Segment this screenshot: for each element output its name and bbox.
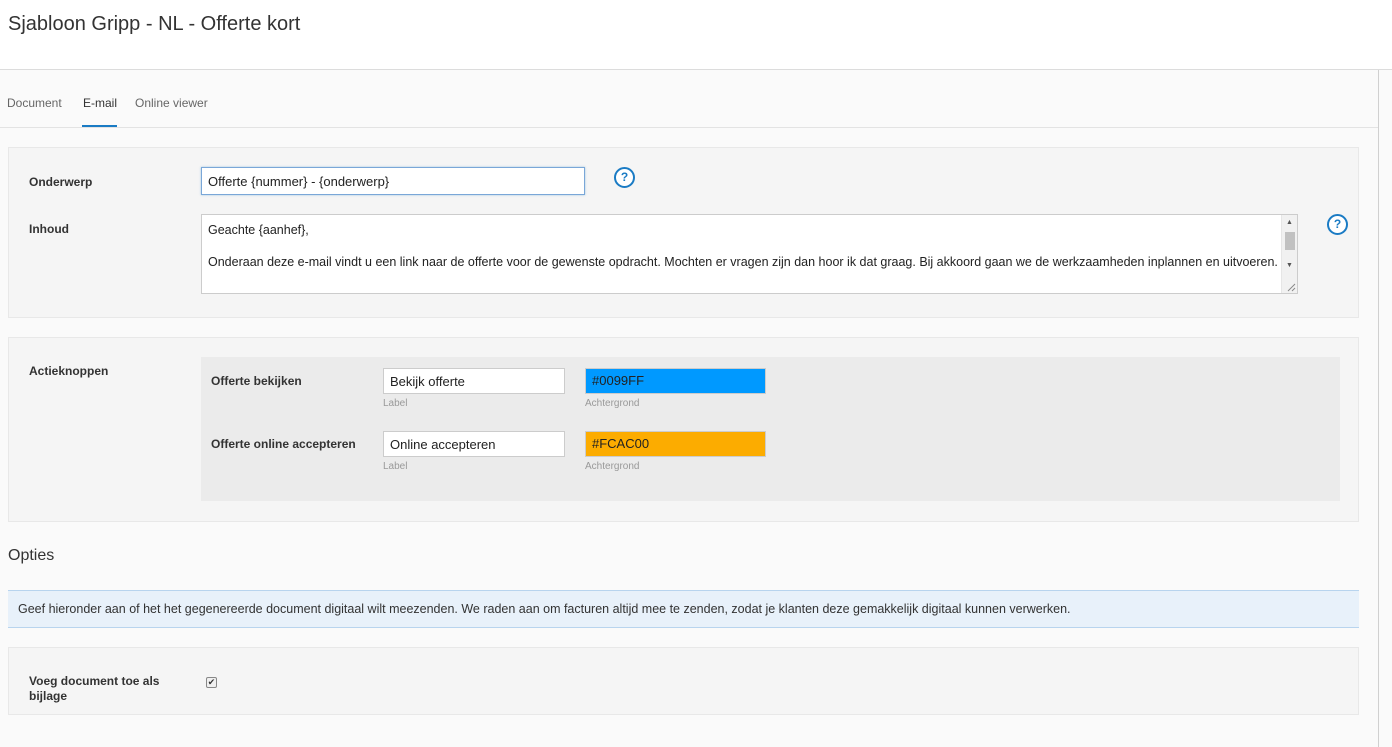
content-text: Geachte {aanhef}, Onderaan deze e-mail v… <box>208 222 1278 270</box>
label-hint: Label <box>383 398 408 409</box>
background-hint: Achtergrond <box>585 461 640 472</box>
label-hint: Label <box>383 461 408 472</box>
view-offer-label-input[interactable] <box>383 368 565 394</box>
page-scrollbar-track[interactable] <box>1378 70 1379 747</box>
action-buttons-container: Offerte bekijken Label #0099FF Achtergro… <box>201 357 1340 501</box>
view-offer-color-input[interactable]: #0099FF <box>585 368 766 394</box>
content-label: Inhoud <box>29 222 69 236</box>
arrow-up-icon[interactable]: ▲ <box>1286 219 1293 226</box>
active-tab-indicator <box>82 125 117 127</box>
email-panel: Onderwerp ? Inhoud Geachte {aanhef}, Ond… <box>8 147 1359 318</box>
content-help-icon[interactable]: ? <box>1327 214 1348 235</box>
arrow-down-icon[interactable]: ▼ <box>1286 262 1293 269</box>
content-line: Onderaan deze e-mail vindt u een link na… <box>208 255 1278 269</box>
options-panel: Voeg document toe als bijlage ✔ <box>8 647 1359 715</box>
action-buttons-panel: Actieknoppen Offerte bekijken Label #009… <box>8 337 1359 522</box>
options-info-box: Geef hieronder aan of het het gegenereer… <box>8 590 1359 628</box>
action-buttons-label: Actieknoppen <box>29 364 109 378</box>
subject-label: Onderwerp <box>29 175 93 189</box>
content-line <box>208 238 1278 254</box>
resize-grip-icon[interactable] <box>1286 282 1296 292</box>
checkmark-icon: ✔ <box>207 677 216 687</box>
tab-document[interactable]: Document <box>7 96 62 110</box>
accept-online-label-input[interactable] <box>383 431 565 457</box>
attach-document-label: Voeg document toe als bijlage <box>29 674 160 703</box>
accept-online-color-input[interactable]: #FCAC00 <box>585 431 766 457</box>
page-title: Sjabloon Gripp - NL - Offerte kort <box>8 13 301 35</box>
tab-online-viewer[interactable]: Online viewer <box>135 96 208 110</box>
subject-input[interactable] <box>201 167 585 195</box>
page-header: Sjabloon Gripp - NL - Offerte kort <box>0 0 1392 70</box>
content-textarea[interactable]: Geachte {aanhef}, Onderaan deze e-mail v… <box>201 214 1298 294</box>
button-name-view-offer: Offerte bekijken <box>211 374 302 388</box>
background-hint: Achtergrond <box>585 398 640 409</box>
subject-help-icon[interactable]: ? <box>614 167 635 188</box>
content-line: Geachte {aanhef}, <box>208 223 309 237</box>
attach-document-checkbox[interactable]: ✔ <box>206 677 217 688</box>
textarea-scroll-thumb[interactable] <box>1285 232 1295 250</box>
tab-bar: Document E-mail Online viewer <box>0 70 1378 128</box>
tab-email[interactable]: E-mail <box>83 96 117 110</box>
button-name-accept-online: Offerte online accepteren <box>211 437 356 451</box>
options-heading: Opties <box>8 547 55 564</box>
